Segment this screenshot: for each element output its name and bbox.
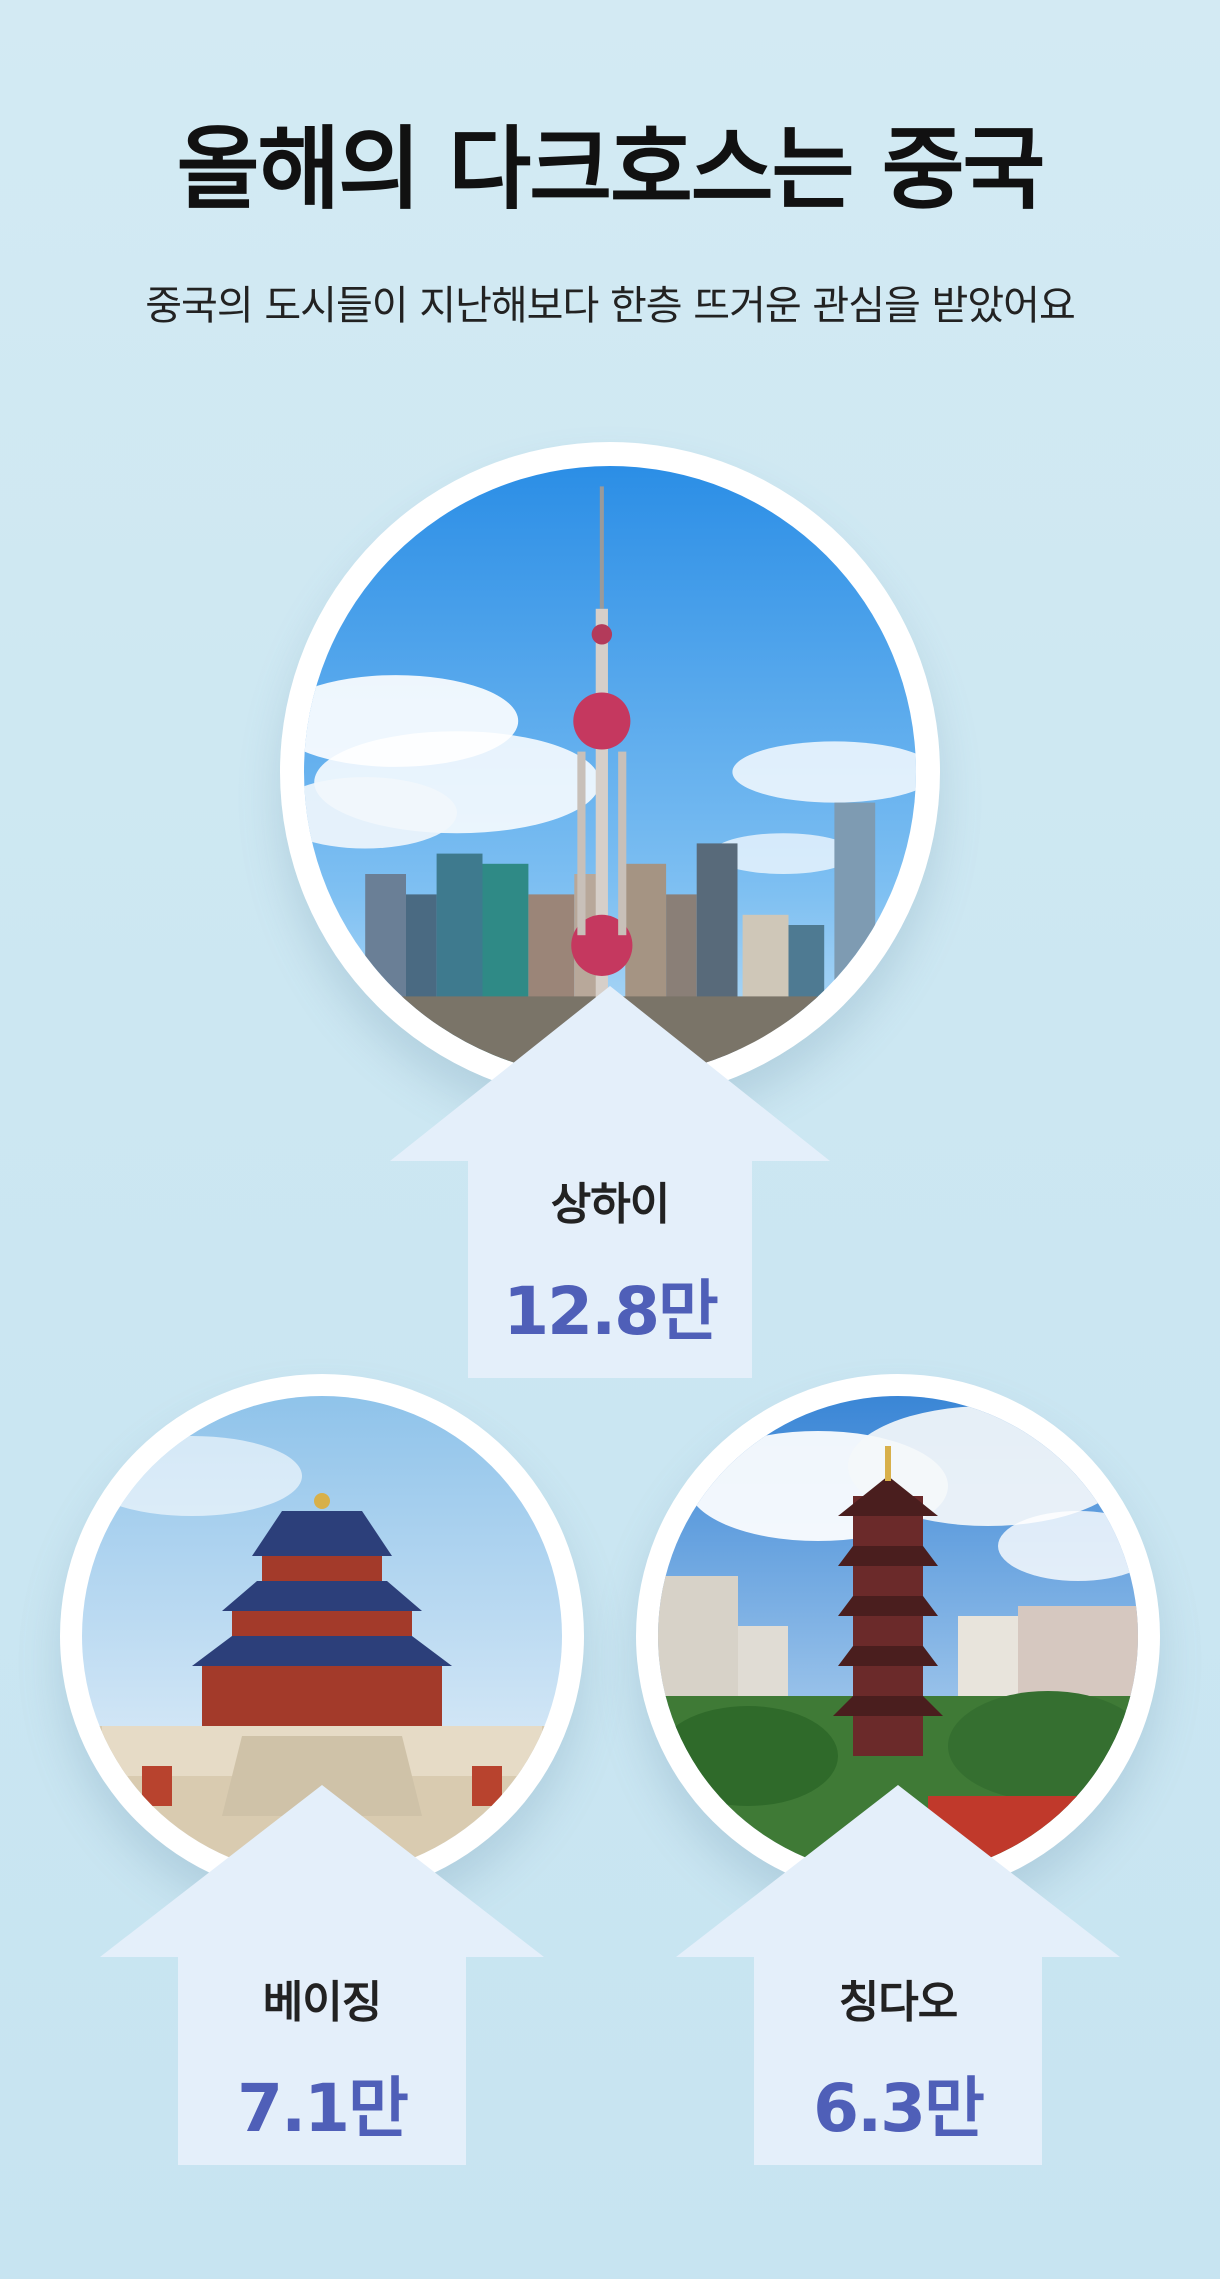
- city-name-label: 칭다오: [838, 1977, 958, 2028]
- city-interest-value: 6.3만: [813, 2070, 985, 2147]
- city-card-qingdao: 칭다오 6.3만: [0, 0, 1220, 2279]
